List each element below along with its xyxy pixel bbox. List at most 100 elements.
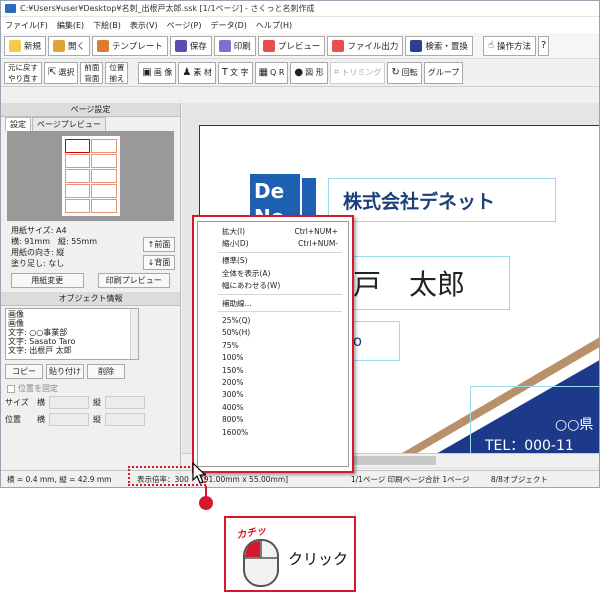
list-item[interactable]: 文字: Sasato Taro xyxy=(8,337,136,346)
menu-item[interactable]: 200% xyxy=(198,376,348,388)
menu-item[interactable]: 標準(S) xyxy=(198,255,348,267)
order-buttons: ↑前面 ↓背面 xyxy=(143,237,175,270)
menu-item-label: 全体を表示(A) xyxy=(222,268,271,278)
paste-button[interactable]: 貼り付け xyxy=(46,364,84,379)
rotate-icon: ↻ xyxy=(391,66,400,78)
width-field[interactable] xyxy=(49,396,89,409)
new-file-icon xyxy=(9,39,21,52)
rotate-button[interactable]: ↻ 回転 xyxy=(387,61,422,84)
order-button[interactable]: 前面 背面 xyxy=(80,61,104,84)
help-button[interactable]: ☝ 操作方法 xyxy=(482,35,536,56)
card-slot[interactable] xyxy=(91,184,117,198)
card-slot[interactable] xyxy=(64,184,90,198)
menu-page[interactable]: ページ(P) xyxy=(167,20,202,31)
card-slot[interactable] xyxy=(64,139,90,153)
menu-file[interactable]: ファイル(F) xyxy=(5,20,48,31)
company-name-text[interactable]: 株式会社デネット xyxy=(328,178,556,222)
select-button[interactable]: ⇱ 選択 xyxy=(44,61,79,84)
person-name-text[interactable]: 戸 太郎 xyxy=(340,256,510,310)
export-button[interactable]: ファイル出力 xyxy=(327,35,404,56)
tab-page-preview[interactable]: ページプレビュー xyxy=(32,117,106,131)
search-replace-button[interactable]: 検索・置換 xyxy=(405,35,473,56)
image-button[interactable]: ▣ 画 像 xyxy=(138,61,177,84)
copy-button[interactable]: コピー xyxy=(5,364,43,379)
paper-change-button[interactable]: 用紙変更 xyxy=(11,273,84,288)
preview-button[interactable]: プレビュー xyxy=(257,35,326,56)
tab-settings[interactable]: 設定 xyxy=(5,117,31,131)
menu-item[interactable]: 75% xyxy=(198,339,348,351)
menu-item[interactable]: 縮小(D) Ctrl+NUM- xyxy=(198,237,348,249)
menu-background[interactable]: 下絵(B) xyxy=(93,20,121,31)
menu-view[interactable]: 表示(V) xyxy=(130,20,158,31)
send-back-button[interactable]: ↓背面 xyxy=(143,255,175,270)
page-thumbnail[interactable] xyxy=(61,136,120,216)
front-label[interactable]: 前面 xyxy=(84,63,99,72)
y-field[interactable] xyxy=(105,413,145,426)
lock-position-checkbox[interactable] xyxy=(7,384,15,393)
list-item[interactable]: 文字: ○○事業部 xyxy=(8,328,136,337)
undo-label[interactable]: 元に戻す xyxy=(8,63,38,72)
new-button[interactable]: 新規 xyxy=(4,35,47,56)
card-slot[interactable] xyxy=(91,154,117,168)
menu-item[interactable]: 300% xyxy=(198,389,348,401)
size-row: サイズ 横 縦 xyxy=(1,394,180,411)
menu-item-label: 800% xyxy=(222,415,244,425)
save-button[interactable]: 保存 xyxy=(169,35,212,56)
print-button[interactable]: 印刷 xyxy=(213,35,256,56)
height-field[interactable] xyxy=(105,396,145,409)
save-icon xyxy=(174,39,187,52)
menu-item[interactable]: 50%(H) xyxy=(198,327,348,339)
undo-redo-button[interactable]: 元に戻す やり直す xyxy=(4,61,42,84)
shape-icon: ● xyxy=(294,66,304,78)
align-button[interactable]: 位置 揃え xyxy=(105,61,129,84)
menu-item[interactable]: 25%(Q) xyxy=(198,314,348,326)
redo-label[interactable]: やり直す xyxy=(8,74,38,83)
paper-buttons: 用紙変更 印刷プレビュー xyxy=(1,269,180,292)
list-item[interactable]: 画像 xyxy=(8,310,136,319)
list-item[interactable]: 画像 xyxy=(8,319,136,328)
menu-item[interactable]: 1600% xyxy=(198,426,348,438)
card-slot[interactable] xyxy=(64,169,90,183)
delete-button[interactable]: 削除 xyxy=(87,364,125,379)
more-button[interactable]: ? xyxy=(537,35,550,56)
card-slot[interactable] xyxy=(64,199,90,213)
menubar: ファイル(F) 編集(E) 下絵(B) 表示(V) ページ(P) データ(D) … xyxy=(1,17,599,33)
select-label: 選択 xyxy=(58,68,75,77)
edit-toolbar: 元に戻す やり直す ⇱ 選択 前面 背面 位置 揃え ▣ 画 像 ♟ 素 材 T… xyxy=(1,59,599,87)
qr-button[interactable]: ▦ Q R xyxy=(254,61,289,84)
menu-item[interactable]: 全体を表示(A) xyxy=(198,267,348,279)
page-settings-header: ページ設定 xyxy=(1,103,180,117)
menu-item-shortcut: Ctrl+NUM- xyxy=(298,239,338,249)
group-label: グループ xyxy=(427,68,460,77)
bring-front-button[interactable]: ↑前面 xyxy=(143,237,175,252)
menu-item[interactable]: 補助線... xyxy=(198,297,348,309)
menu-data[interactable]: データ(D) xyxy=(211,20,247,31)
back-label[interactable]: 背面 xyxy=(84,74,99,83)
menu-item[interactable]: 800% xyxy=(198,413,348,425)
card-slot[interactable] xyxy=(64,154,90,168)
menu-item[interactable]: 幅にあわせる(W) xyxy=(198,280,348,292)
template-icon xyxy=(97,39,110,52)
print-preview-button[interactable]: 印刷プレビュー xyxy=(97,273,170,288)
text-button[interactable]: T 文 字 xyxy=(217,61,253,84)
open-button[interactable]: 開く xyxy=(48,35,91,56)
template-button[interactable]: テンプレート xyxy=(92,35,168,56)
card-slot[interactable] xyxy=(91,169,117,183)
object-list-scrollbar[interactable] xyxy=(130,309,138,359)
material-icon: ♟ xyxy=(182,66,192,78)
x-field[interactable] xyxy=(49,413,89,426)
menu-item[interactable]: 400% xyxy=(198,401,348,413)
menu-item[interactable]: 100% xyxy=(198,352,348,364)
menu-item[interactable]: 拡大(I) Ctrl+NUM+ xyxy=(198,225,348,237)
group-button[interactable]: グループ xyxy=(423,61,464,84)
menu-help[interactable]: ヘルプ(H) xyxy=(256,20,292,31)
card-slot[interactable] xyxy=(91,199,117,213)
card-slot[interactable] xyxy=(91,139,117,153)
list-item[interactable]: 文字: 出根戸 太郎 xyxy=(8,346,136,355)
question-icon: ? xyxy=(540,39,547,51)
material-button[interactable]: ♟ 素 材 xyxy=(178,61,216,84)
menu-item[interactable]: 150% xyxy=(198,364,348,376)
shape-button[interactable]: ● 図 形 xyxy=(290,61,328,84)
object-list[interactable]: 画像 画像 文字: ○○事業部 文字: Sasato Taro 文字: 出根戸 … xyxy=(5,308,139,360)
menu-edit[interactable]: 編集(E) xyxy=(57,20,84,31)
